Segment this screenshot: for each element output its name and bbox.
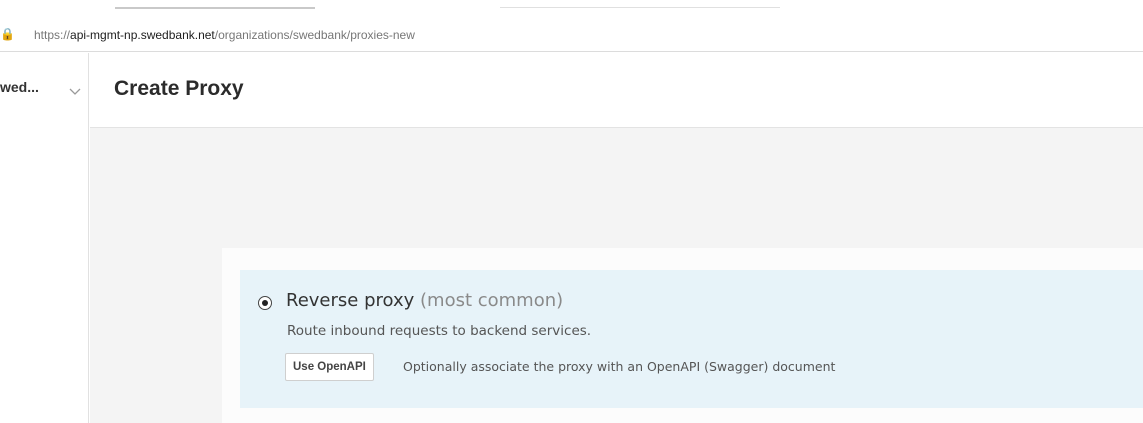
page-info-icon[interactable]: 🔒 [0,26,15,42]
url-path: /organizations/swedbank/proxies-new [214,28,415,42]
option-description: Route inbound requests to backend servic… [287,323,592,339]
option-title-note: (most common) [420,290,564,311]
address-bar[interactable]: 🔒 https://api-mgmt-np.swedbank.net/organ… [0,18,1143,52]
sidebar: wed... [0,53,89,423]
use-openapi-button[interactable]: Use OpenAPI [285,353,374,381]
main-content: Reverse proxy (most common) Route inboun… [90,128,1143,423]
browser-tab-strip [0,0,1143,10]
org-selector-label[interactable]: wed... [0,79,39,95]
tab-divider [500,7,780,8]
url-host: api-mgmt-np.swedbank.net [70,28,215,42]
proxy-type-card: Reverse proxy (most common) Route inboun… [222,248,1143,423]
page-header: Create Proxy [90,53,1143,128]
url-text[interactable]: https://api-mgmt-np.swedbank.net/organiz… [34,27,415,43]
option-title: Reverse proxy (most common) [286,290,563,311]
option-title-text: Reverse proxy [286,290,415,311]
chevron-down-icon[interactable] [67,85,83,97]
tab-indicator [115,7,315,9]
radio-selected-dot [262,300,268,306]
page-title: Create Proxy [114,77,244,100]
openapi-description: Optionally associate the proxy with an O… [403,359,836,374]
option-reverse-proxy[interactable]: Reverse proxy (most common) Route inboun… [240,270,1143,408]
reverse-proxy-radio[interactable] [258,296,272,310]
url-protocol: https:// [34,28,71,42]
